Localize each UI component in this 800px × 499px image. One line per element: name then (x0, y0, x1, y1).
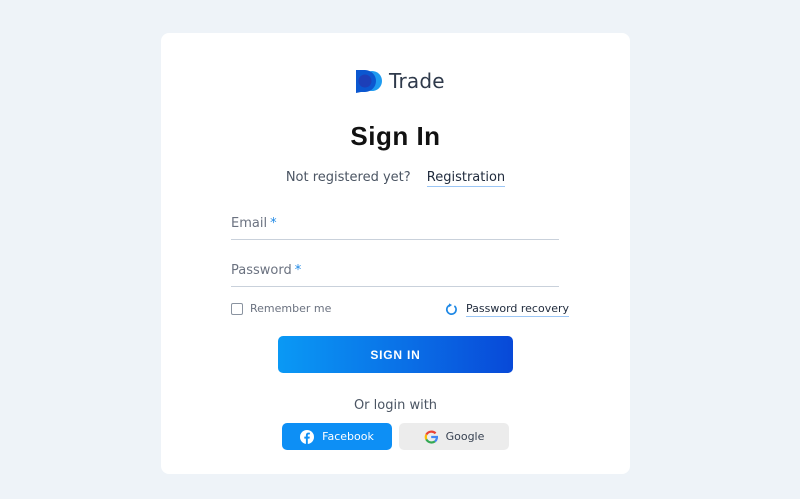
google-login-button[interactable]: Google (399, 423, 509, 450)
page-title: Sign In (350, 121, 441, 151)
remember-me-label: Remember me (250, 302, 332, 315)
registration-link[interactable]: Registration (426, 170, 506, 187)
google-label: Google (445, 430, 485, 443)
remember-me[interactable]: Remember me (231, 302, 331, 315)
password-input[interactable] (231, 252, 559, 286)
remember-me-checkbox[interactable] (231, 302, 243, 315)
facebook-login-button[interactable]: Facebook (282, 423, 392, 450)
refresh-icon (445, 303, 457, 315)
facebook-icon (300, 429, 315, 444)
password-recovery-link[interactable]: Password recovery (466, 302, 570, 317)
sign-in-button[interactable]: SIGN IN (278, 336, 513, 373)
email-field: Email * (231, 205, 559, 240)
password-field: Password * (231, 252, 559, 287)
brand-name: Trade (389, 69, 445, 93)
sign-in-card: Trade Sign In Not registered yet? Regist… (161, 33, 630, 474)
facebook-label: Facebook (322, 430, 374, 443)
register-row: Not registered yet? Registration (161, 170, 630, 187)
or-login-text: Or login with (353, 398, 438, 413)
email-input[interactable] (231, 205, 559, 239)
password-recovery[interactable]: Password recovery (445, 302, 570, 317)
trade-logo-icon (356, 70, 382, 93)
google-icon (424, 430, 438, 444)
register-prompt: Not registered yet? (285, 170, 411, 185)
brand-logo: Trade (354, 69, 445, 93)
